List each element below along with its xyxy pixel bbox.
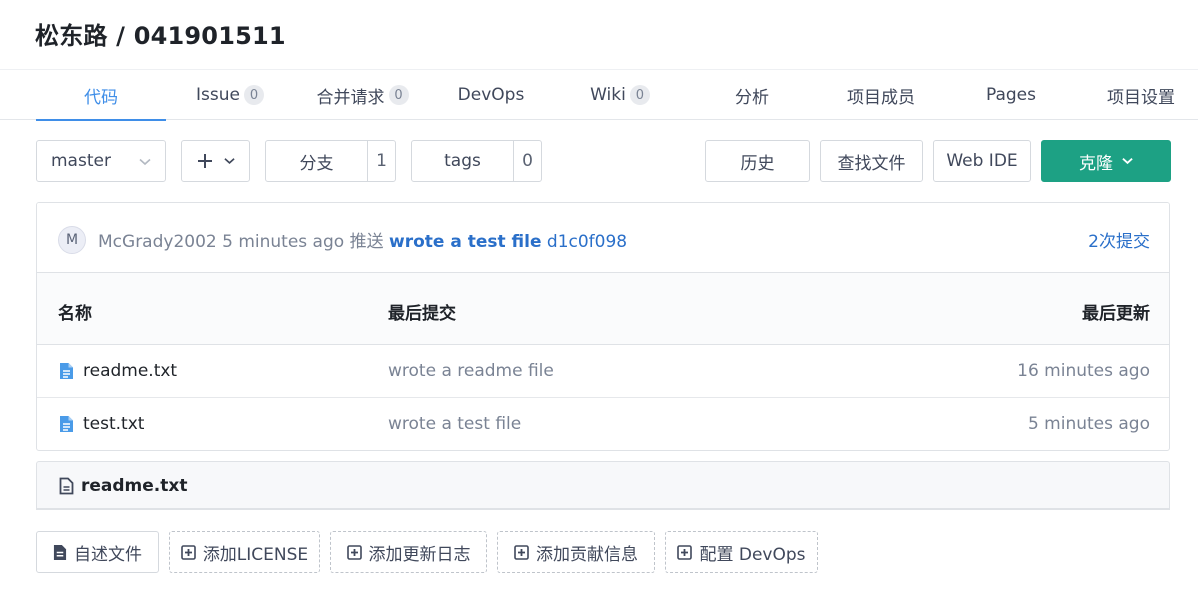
add-dropdown-button[interactable]: [181, 140, 250, 182]
web-ide-button[interactable]: Web IDE: [933, 140, 1031, 182]
branches-label: 分支: [266, 141, 368, 181]
tab-label: 合并请求: [316, 87, 385, 108]
latest-commit-info: McGrady2002 5 minutes ago 推送 wrote a tes…: [98, 227, 627, 252]
issue-count-badge: 0: [243, 85, 264, 105]
action-label: 添加LICENSE: [202, 544, 309, 565]
tags-button[interactable]: tags 0: [411, 140, 542, 182]
plus-square-icon: [514, 544, 529, 560]
tab-label: Pages: [985, 85, 1036, 105]
tab-settings[interactable]: 项目设置: [1092, 70, 1190, 120]
file-name: test.txt: [83, 414, 145, 434]
merge-count-badge: 0: [388, 85, 409, 105]
tab-merge-requests[interactable]: 合并请求 0: [305, 70, 420, 120]
commit-time: 5 minutes ago: [222, 232, 345, 252]
tab-label: 代码: [84, 87, 118, 108]
file-icon: [53, 544, 67, 560]
plus-square-icon: [346, 544, 362, 560]
clone-button[interactable]: 克隆: [1041, 140, 1171, 182]
repo-owner[interactable]: 松东路: [35, 22, 108, 50]
file-text-icon: [60, 416, 73, 432]
tab-label: Issue: [196, 85, 240, 105]
tab-label: DevOps: [457, 85, 525, 105]
add-changelog-button[interactable]: 添加更新日志: [330, 531, 487, 573]
chevron-down-icon: [223, 158, 235, 164]
tags-count: 0: [522, 151, 533, 171]
commit-count-link[interactable]: 2次提交: [1088, 227, 1150, 252]
add-license-button[interactable]: 添加LICENSE: [169, 531, 320, 573]
readme-header: readme.txt: [36, 461, 1170, 510]
tab-devops[interactable]: DevOps: [445, 70, 537, 120]
repo-name[interactable]: 041901511: [134, 22, 286, 50]
tab-issue[interactable]: Issue 0: [180, 70, 280, 120]
latest-commit-bar: M McGrady2002 5 minutes ago 推送 wrote a t…: [37, 203, 1169, 273]
file-link[interactable]: readme.txt: [59, 361, 177, 381]
file-link[interactable]: test.txt: [59, 414, 144, 434]
branches-button[interactable]: 分支 1: [265, 140, 396, 182]
column-header-name: 名称: [58, 304, 92, 324]
tab-wiki[interactable]: Wiki 0: [575, 70, 665, 120]
action-label: 添加更新日志: [368, 544, 471, 565]
readme-title: readme.txt: [59, 476, 187, 496]
table-header: 名称 最后提交 最后更新: [37, 273, 1169, 345]
clone-label: 克隆: [1079, 153, 1113, 174]
table-row[interactable]: readme.txt wrote a readme file 16 minute…: [37, 345, 1169, 398]
file-last-commit[interactable]: wrote a test file: [388, 414, 521, 434]
column-header-last-updated: 最后更新: [1082, 304, 1150, 324]
tab-label: 分析: [735, 87, 769, 108]
commit-message-link[interactable]: wrote a test file: [389, 232, 542, 252]
column-header-last-commit: 最后提交: [388, 304, 456, 324]
tab-label: 项目成员: [847, 87, 915, 108]
repo-nav-tabs: 代码 Issue 0 合并请求 0 DevOps Wiki 0 分析 项目成员 …: [0, 69, 1198, 121]
add-contributing-button[interactable]: 添加贡献信息: [497, 531, 655, 573]
branch-select-value: master: [51, 151, 111, 171]
readme-filename: readme.txt: [81, 476, 188, 496]
chevron-down-icon: [1122, 158, 1133, 165]
file-name: readme.txt: [83, 361, 178, 381]
action-label: 添加贡献信息: [536, 544, 638, 565]
file-last-updated: 16 minutes ago: [1017, 361, 1150, 381]
history-button[interactable]: 历史: [705, 140, 810, 182]
commit-action: 推送: [349, 232, 384, 252]
action-label: 配置 DevOps: [699, 544, 806, 565]
file-icon: [59, 477, 74, 495]
tab-code[interactable]: 代码: [36, 70, 166, 121]
tab-label: Wiki: [590, 85, 626, 105]
branch-select[interactable]: master: [36, 140, 166, 182]
branches-count: 1: [376, 151, 387, 171]
tab-analytics[interactable]: 分析: [712, 70, 792, 120]
tab-members[interactable]: 项目成员: [832, 70, 930, 120]
file-last-commit[interactable]: wrote a readme file: [388, 361, 554, 381]
configure-devops-button[interactable]: 配置 DevOps: [665, 531, 818, 573]
table-row[interactable]: test.txt wrote a test file 5 minutes ago: [37, 398, 1169, 450]
plus-square-icon: [677, 544, 693, 560]
chevron-down-icon: [139, 158, 151, 166]
plus-square-icon: [181, 544, 196, 560]
wiki-count-badge: 0: [629, 85, 650, 105]
commit-hash-link[interactable]: d1c0f098: [547, 232, 627, 252]
file-text-icon: [60, 363, 73, 379]
repo-separator: /: [116, 22, 126, 50]
file-last-updated: 5 minutes ago: [1027, 414, 1150, 434]
commit-author[interactable]: McGrady2002: [98, 232, 217, 252]
tags-label: tags: [412, 141, 514, 181]
action-label: 自述文件: [74, 544, 142, 565]
avatar[interactable]: M: [58, 226, 86, 254]
tab-label: 项目设置: [1107, 87, 1175, 108]
tab-pages[interactable]: Pages: [972, 70, 1050, 120]
file-browser: M McGrady2002 5 minutes ago 推送 wrote a t…: [36, 202, 1170, 451]
repo-title: 松东路 / 041901511: [35, 16, 286, 51]
plus-icon: [197, 154, 212, 168]
find-file-button[interactable]: 查找文件: [820, 140, 923, 182]
readme-file-button[interactable]: 自述文件: [36, 531, 159, 573]
